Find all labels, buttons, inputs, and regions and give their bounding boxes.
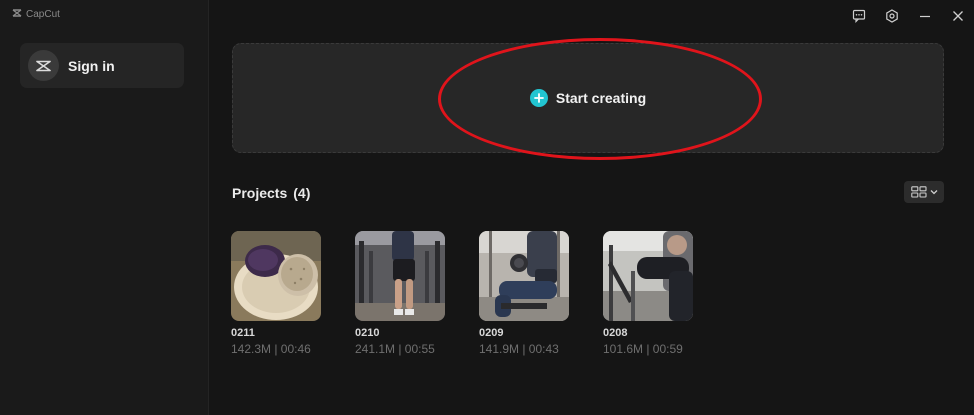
brand-name: CapCut <box>26 9 60 20</box>
capcut-window: CapCut Sign in Start creating Projects (… <box>0 0 974 415</box>
projects-label: Projects <box>232 185 288 201</box>
project-meta: 241.1M | 00:55 <box>355 342 435 356</box>
feedback-button[interactable] <box>842 0 875 32</box>
close-button[interactable] <box>941 0 974 32</box>
projects-heading: Projects (4) <box>232 185 310 201</box>
project-name: 0208 <box>603 327 628 339</box>
project-name: 0210 <box>355 327 380 339</box>
plus-icon <box>529 89 548 107</box>
gear-icon <box>885 9 898 23</box>
project-card[interactable]: 0208 101.6M | 00:59 <box>603 231 693 356</box>
minimize-icon <box>919 15 930 18</box>
project-meta: 141.9M | 00:43 <box>479 342 559 356</box>
projects-count: (4) <box>293 185 311 201</box>
view-mode-button[interactable] <box>904 181 944 203</box>
project-name: 0209 <box>479 327 504 339</box>
start-creating-content: Start creating <box>529 89 647 107</box>
project-card[interactable]: 0209 141.9M | 00:43 <box>479 231 569 356</box>
project-meta: 101.6M | 00:59 <box>603 342 683 356</box>
project-card[interactable]: 0210 241.1M | 00:55 <box>355 231 445 356</box>
project-thumbnail <box>603 231 693 321</box>
grid-view-icon <box>910 186 927 198</box>
chevron-down-icon <box>930 190 937 195</box>
project-meta: 142.3M | 00:46 <box>231 342 311 356</box>
minimize-button[interactable] <box>908 0 941 32</box>
project-card[interactable]: 0211 142.3M | 00:46 <box>231 231 321 356</box>
project-thumbnail <box>231 231 321 321</box>
close-icon <box>952 11 963 21</box>
start-creating-button[interactable]: Start creating <box>232 43 944 153</box>
projects-grid: 0211 142.3M | 00:46 0210 241.1M | 00:55 … <box>231 231 693 356</box>
capcut-logo-icon <box>36 60 51 71</box>
settings-button[interactable] <box>875 0 908 32</box>
feedback-icon <box>852 9 865 23</box>
project-name: 0211 <box>231 327 255 339</box>
sidebar: CapCut Sign in <box>0 0 209 415</box>
window-controls <box>842 0 974 32</box>
brand: CapCut <box>12 8 60 21</box>
sign-in-button[interactable]: Sign in <box>20 43 184 88</box>
sign-in-label: Sign in <box>68 57 115 74</box>
project-thumbnail <box>355 231 445 321</box>
project-thumbnail <box>479 231 569 321</box>
capcut-logo-icon <box>12 8 22 21</box>
start-creating-label: Start creating <box>555 90 647 106</box>
avatar <box>28 50 59 81</box>
